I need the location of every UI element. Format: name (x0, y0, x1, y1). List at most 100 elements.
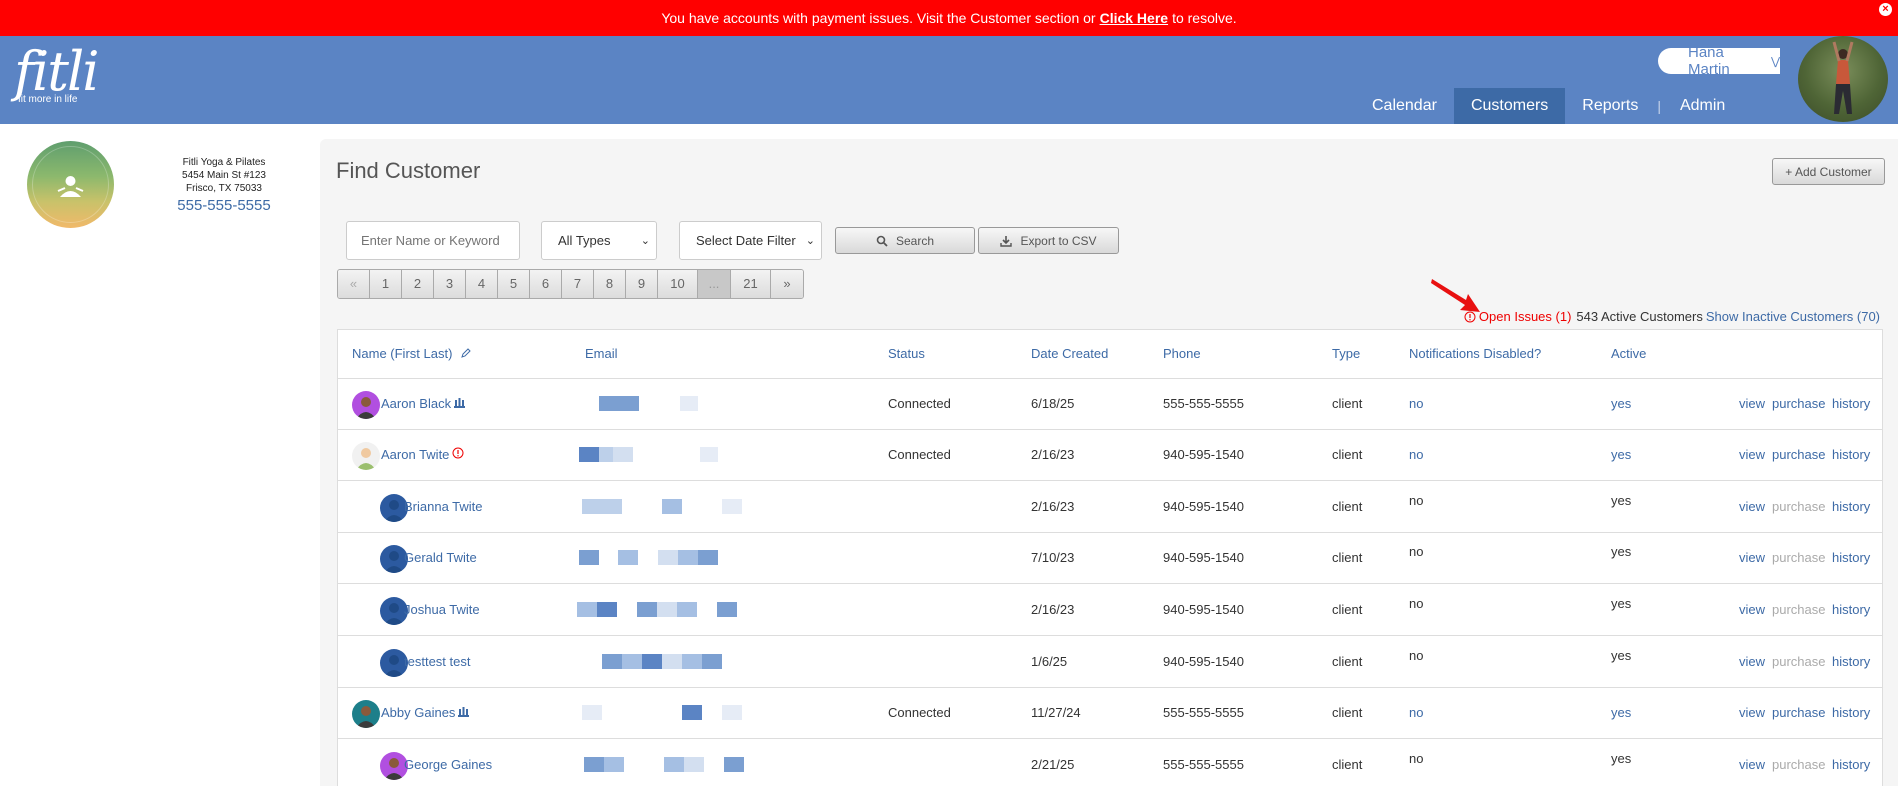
history-link[interactable]: history (1832, 447, 1870, 462)
col-type-header[interactable]: Type (1332, 346, 1360, 361)
type-cell: client (1332, 602, 1363, 617)
tab-customers[interactable]: Customers (1453, 88, 1566, 124)
active-customer-count: 543 Active Customers (1576, 309, 1703, 324)
phone-cell: 940-595-1540 (1163, 499, 1244, 514)
pager-page[interactable]: 7 (562, 270, 594, 298)
pager-prev[interactable]: « (338, 270, 370, 298)
col-notifications-header[interactable]: Notifications Disabled? (1409, 346, 1541, 361)
col-email-header[interactable]: Email (585, 346, 618, 361)
fitli-logo[interactable]: fitli fit more in life (14, 44, 99, 106)
notifications-cell[interactable]: no (1409, 705, 1423, 720)
pager-page[interactable]: 21 (731, 270, 771, 298)
pager-page[interactable]: 3 (434, 270, 466, 298)
type-select[interactable]: All Types ⌄ (541, 221, 657, 260)
history-link[interactable]: history (1832, 705, 1870, 720)
history-link[interactable]: history (1832, 654, 1870, 669)
customer-name-link[interactable]: testtest test (404, 654, 470, 669)
user-menu[interactable]: Hana Martin ⋁ (1658, 44, 1780, 78)
show-inactive-link[interactable]: Show Inactive Customers (70) (1706, 309, 1880, 324)
app-header: fitli fit more in life Hana Martin ⋁ Cal… (0, 36, 1898, 124)
history-link[interactable]: history (1832, 396, 1870, 411)
customer-name-link[interactable]: Joshua Twite (404, 602, 480, 617)
customer-avatar[interactable] (352, 700, 380, 728)
customer-name-link[interactable]: Abby Gaines (381, 705, 470, 720)
customer-name-link[interactable]: Gerald Twite (404, 550, 477, 565)
tab-admin[interactable]: Admin (1663, 88, 1742, 124)
history-link[interactable]: history (1832, 499, 1870, 514)
pager-page[interactable]: 9 (626, 270, 658, 298)
redacted-email (599, 447, 613, 462)
date-created-cell: 2/16/23 (1031, 447, 1075, 462)
pager-page[interactable]: 5 (498, 270, 530, 298)
view-link[interactable]: view (1739, 447, 1765, 462)
view-link[interactable]: view (1739, 602, 1765, 617)
pager-page[interactable]: 2 (402, 270, 434, 298)
customer-name: Brianna Twite (404, 499, 483, 514)
view-link[interactable]: view (1739, 705, 1765, 720)
view-link[interactable]: view (1739, 550, 1765, 565)
close-icon[interactable]: × (1879, 3, 1892, 16)
active-cell: yes (1611, 544, 1632, 559)
active-cell: yes (1611, 648, 1632, 663)
table-row: Aaron Black Connected 6/18/25 555-555-5555 c… (338, 379, 1882, 430)
phone-cell: 555-555-5555 (1163, 396, 1244, 411)
customer-name-link[interactable]: Aaron Black (381, 396, 466, 411)
pager-page[interactable]: 6 (530, 270, 562, 298)
export-csv-button[interactable]: Export to CSV (978, 227, 1119, 254)
open-issues-link[interactable]: Open Issues (1) (1464, 309, 1571, 324)
pencil-icon[interactable] (460, 347, 472, 359)
pager-page[interactable]: 1 (370, 270, 402, 298)
customer-name: Abby Gaines (381, 705, 456, 720)
pager-page[interactable]: 4 (466, 270, 498, 298)
col-name-header[interactable]: Name (First Last) (352, 346, 472, 361)
alert-click-here-link[interactable]: Click Here (1100, 10, 1168, 26)
view-link[interactable]: view (1739, 499, 1765, 514)
search-input[interactable] (346, 221, 520, 260)
search-button[interactable]: Search (835, 227, 975, 254)
customer-name-link[interactable]: George Gaines (404, 757, 492, 772)
type-select-value: All Types (558, 233, 611, 248)
add-customer-button[interactable]: + Add Customer (1772, 158, 1885, 185)
studio-phone[interactable]: 555-555-5555 (160, 198, 288, 213)
notifications-cell[interactable]: no (1409, 396, 1423, 411)
main-nav: Calendar Customers Reports | Admin (1355, 88, 1742, 124)
customer-name-link[interactable]: Brianna Twite (404, 499, 483, 514)
user-name: Hana Martin (1688, 44, 1730, 78)
download-icon (1000, 235, 1013, 247)
notifications-cell: no (1409, 751, 1424, 766)
redacted-email (597, 602, 617, 617)
tab-reports[interactable]: Reports (1565, 88, 1655, 124)
pager-page[interactable]: 8 (594, 270, 626, 298)
table-row: testtest test 1/6/25 940-595-1540 client no y… (338, 637, 1882, 688)
customer-avatar[interactable] (352, 391, 380, 419)
history-link[interactable]: history (1832, 602, 1870, 617)
tab-calendar[interactable]: Calendar (1355, 88, 1454, 124)
alert-text-after: to resolve. (1172, 10, 1237, 26)
col-date-header[interactable]: Date Created (1031, 346, 1108, 361)
col-active-header[interactable]: Active (1611, 346, 1646, 361)
col-status-header[interactable]: Status (888, 346, 925, 361)
history-link[interactable]: history (1832, 550, 1870, 565)
pager-page[interactable]: 10 (658, 270, 698, 298)
notifications-cell[interactable]: no (1409, 447, 1423, 462)
history-link[interactable]: history (1832, 757, 1870, 772)
active-cell[interactable]: yes (1611, 447, 1631, 462)
user-avatar[interactable] (1798, 36, 1888, 122)
type-cell: client (1332, 757, 1363, 772)
view-link[interactable]: view (1739, 654, 1765, 669)
active-cell[interactable]: yes (1611, 396, 1631, 411)
redacted-email (678, 550, 698, 565)
date-filter-select[interactable]: Select Date Filter ⌄ (679, 221, 822, 260)
customer-name-link[interactable]: Aaron Twite (381, 447, 464, 462)
purchase-link[interactable]: purchase (1772, 705, 1825, 720)
active-cell[interactable]: yes (1611, 705, 1631, 720)
redacted-email (637, 602, 657, 617)
pager-next[interactable]: » (771, 270, 803, 298)
col-phone-header[interactable]: Phone (1163, 346, 1201, 361)
purchase-link[interactable]: purchase (1772, 447, 1825, 462)
alert-text-before: You have accounts with payment issues. V… (661, 10, 1096, 26)
view-link[interactable]: view (1739, 396, 1765, 411)
purchase-link[interactable]: purchase (1772, 396, 1825, 411)
customer-avatar[interactable] (352, 442, 380, 470)
view-link[interactable]: view (1739, 757, 1765, 772)
